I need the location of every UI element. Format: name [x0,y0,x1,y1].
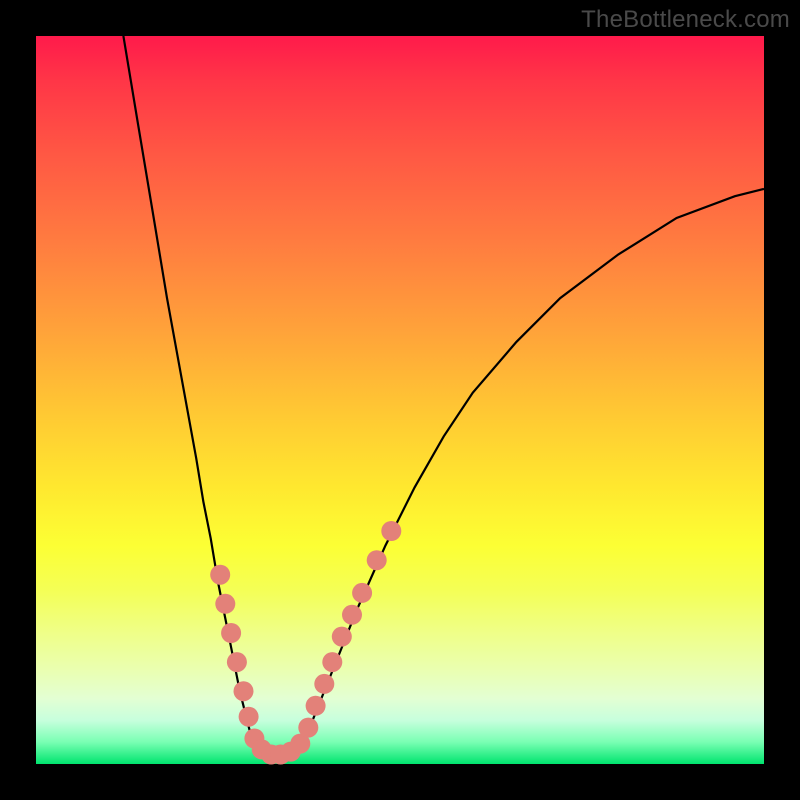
plot-area [36,36,764,764]
data-point [210,565,230,585]
curve-group [123,36,764,757]
dots-group [210,521,401,765]
data-point [239,707,259,727]
data-point [227,652,247,672]
data-point [342,605,362,625]
chart-frame: TheBottleneck.com [0,0,800,800]
data-point [314,674,334,694]
data-point [234,681,254,701]
watermark-text: TheBottleneck.com [581,6,790,34]
data-point [322,652,342,672]
data-point [306,696,326,716]
data-point [215,594,235,614]
data-point [221,623,241,643]
bottleneck-curve [123,36,764,757]
data-point [332,627,352,647]
chart-svg [36,36,764,764]
data-point [381,521,401,541]
data-point [367,550,387,570]
data-point [298,718,318,738]
data-point [352,583,372,603]
